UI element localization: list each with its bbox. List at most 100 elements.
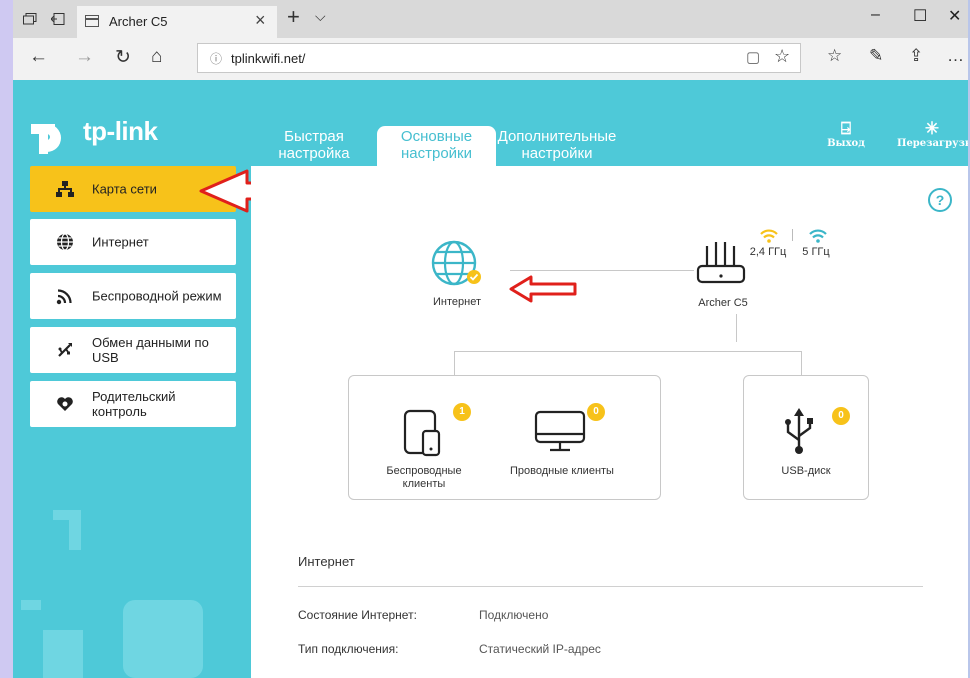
wireless-icon [56,287,74,305]
usb-icon [56,341,74,359]
wireless-clients-label[interactable]: Беспроводные клиенты [379,465,469,491]
back-icon[interactable]: ← [29,46,48,68]
internet-label: Интернет [433,296,481,308]
url-text: tplinkwifi.net/ [231,51,306,66]
monitor-icon[interactable] [533,409,589,453]
label-line1: Обмен данными по [92,335,209,350]
router-admin-app: tp-link Быстрая настройка Основные настр… [13,80,968,678]
router-icon[interactable] [695,240,749,286]
sidebar-item-label: Карта сети [92,181,157,197]
new-tab-icon[interactable]: + [287,4,300,30]
tab-label-line2: настройки [400,145,472,162]
network-map-icon [56,180,74,198]
sidebar-item-wireless[interactable]: Беспроводной режим [30,273,236,319]
decor-shape [21,600,41,610]
logo-text: tp-link [83,116,158,146]
logout-icon: ⍈ [840,119,852,139]
wired-clients-label[interactable]: Проводные клиенты [499,465,625,477]
usb-count-badge: 0 [832,407,850,425]
label-line2: USB [92,350,119,365]
wireless-clients-count-badge: 1 [453,403,471,421]
logout-button[interactable]: ⍈ Выход [816,120,876,149]
favorites-icon[interactable]: ☆ [827,46,842,66]
tp-link-logo: tp-link [25,116,185,156]
logout-label: Выход [827,138,865,149]
close-window-icon[interactable]: ✕ [948,6,961,26]
band-24-label: 2,4 ГГц [749,246,787,258]
wired-clients-count-badge: 0 [587,403,605,421]
parental-icon [56,395,74,413]
sidebar-item-parental-control[interactable]: Родительский контроль [30,381,236,427]
tab-title: Archer C5 [109,14,168,29]
reboot-icon: ✳ [924,119,940,139]
band-5-label: 5 ГГц [802,246,830,258]
tab-quick-setup[interactable]: Быстрая настройка [269,128,359,162]
decor-shape [69,520,81,550]
red-arrow-annotation [509,275,577,303]
sidebar-item-internet[interactable]: Интернет [30,219,236,265]
share-icon[interactable]: ⇪ [909,46,923,66]
label-line2: клиенты [402,478,446,490]
tp-link-logo-icon [31,124,61,154]
tablet-phone-icon[interactable] [403,409,443,457]
window-frame-left [0,0,13,678]
connection-type-value: Статический IP-адрес [479,642,601,656]
wifi-24-icon [760,229,778,243]
help-icon[interactable]: ? [928,188,952,212]
sidebar-item-label: Обмен данными по USB [92,335,209,365]
usb-label[interactable]: USB-диск [756,465,856,477]
reboot-button[interactable]: ✳ Перезагрузка [897,119,968,149]
connector-line [736,314,737,342]
maximize-icon[interactable]: ☐ [913,6,927,26]
usb-card: 0 USB-диск [743,375,869,500]
tab-label-line1: Быстрая [284,128,344,145]
globe-icon [56,233,74,251]
router-label: Archer C5 [698,297,748,309]
address-bar: ← → ↻ ⌂ ⓘ tplinkwifi.net/ ▢ ☆ ☆ ✎ ⇪ … [13,38,968,81]
decor-shape [53,510,81,520]
info-icon[interactable]: ⓘ [210,50,222,67]
connector-line [454,351,455,375]
tab-label-line2: настройка [278,145,350,162]
connector-line [510,270,694,271]
main-content: ? Интернет Archer C5 2,4 ГГц 5 ГГц 1 Бес… [251,166,968,678]
minimize-icon[interactable]: – [871,6,880,24]
home-icon[interactable]: ⌂ [151,46,162,68]
sidebar-item-usb[interactable]: Обмен данными по USB [30,327,236,373]
clients-card: 1 Беспроводные клиенты 0 Проводные клиен… [348,375,661,500]
reboot-label: Перезагрузка [897,138,968,149]
set-tabs-aside-icon[interactable] [50,12,65,25]
wifi-5-icon [809,229,827,243]
connection-type-key: Тип подключения: [298,642,399,656]
tab-label-line2: настройки [521,145,593,162]
forward-icon[interactable]: → [75,46,94,68]
close-tab-icon[interactable]: × [255,10,266,31]
label-line1: Родительский [92,389,176,404]
tab-advanced[interactable]: Дополнительные настройки [497,128,617,162]
decor-shape [123,600,203,678]
tab-bar: Archer C5 × + ⌵ – ☐ ✕ [13,0,968,38]
label-line2: контроль [92,404,147,419]
browser-tab[interactable]: Archer C5 × [77,6,277,38]
decor-shape [43,630,83,678]
label-line1: Беспроводные [386,465,462,477]
favorite-star-icon[interactable]: ☆ [774,46,790,67]
browser-window: Archer C5 × + ⌵ – ☐ ✕ ← → ↻ ⌂ ⓘ tplinkwi… [13,0,968,678]
sidebar-item-label: Беспроводной режим [92,288,222,304]
connector-line [454,351,802,352]
internet-globe-icon[interactable] [430,239,484,289]
more-icon[interactable]: … [947,46,964,66]
sidebar-item-label: Родительский контроль [92,389,176,419]
tab-label-line1: Основные [400,128,473,145]
pen-icon[interactable]: ✎ [869,46,883,66]
url-field[interactable]: ⓘ tplinkwifi.net/ ▢ ☆ [197,43,801,73]
usb-symbol-icon[interactable] [782,406,816,456]
tab-stack-icon[interactable] [23,12,37,25]
section-divider [298,586,923,587]
sidebar-item-label: Интернет [92,234,149,250]
internet-status-key: Состояние Интернет: [298,608,417,622]
chevron-down-icon[interactable]: ⌵ [315,8,326,25]
reading-view-icon[interactable]: ▢ [746,48,760,66]
refresh-icon[interactable]: ↻ [115,46,131,69]
tab-label-line1: Дополнительные [497,128,617,145]
